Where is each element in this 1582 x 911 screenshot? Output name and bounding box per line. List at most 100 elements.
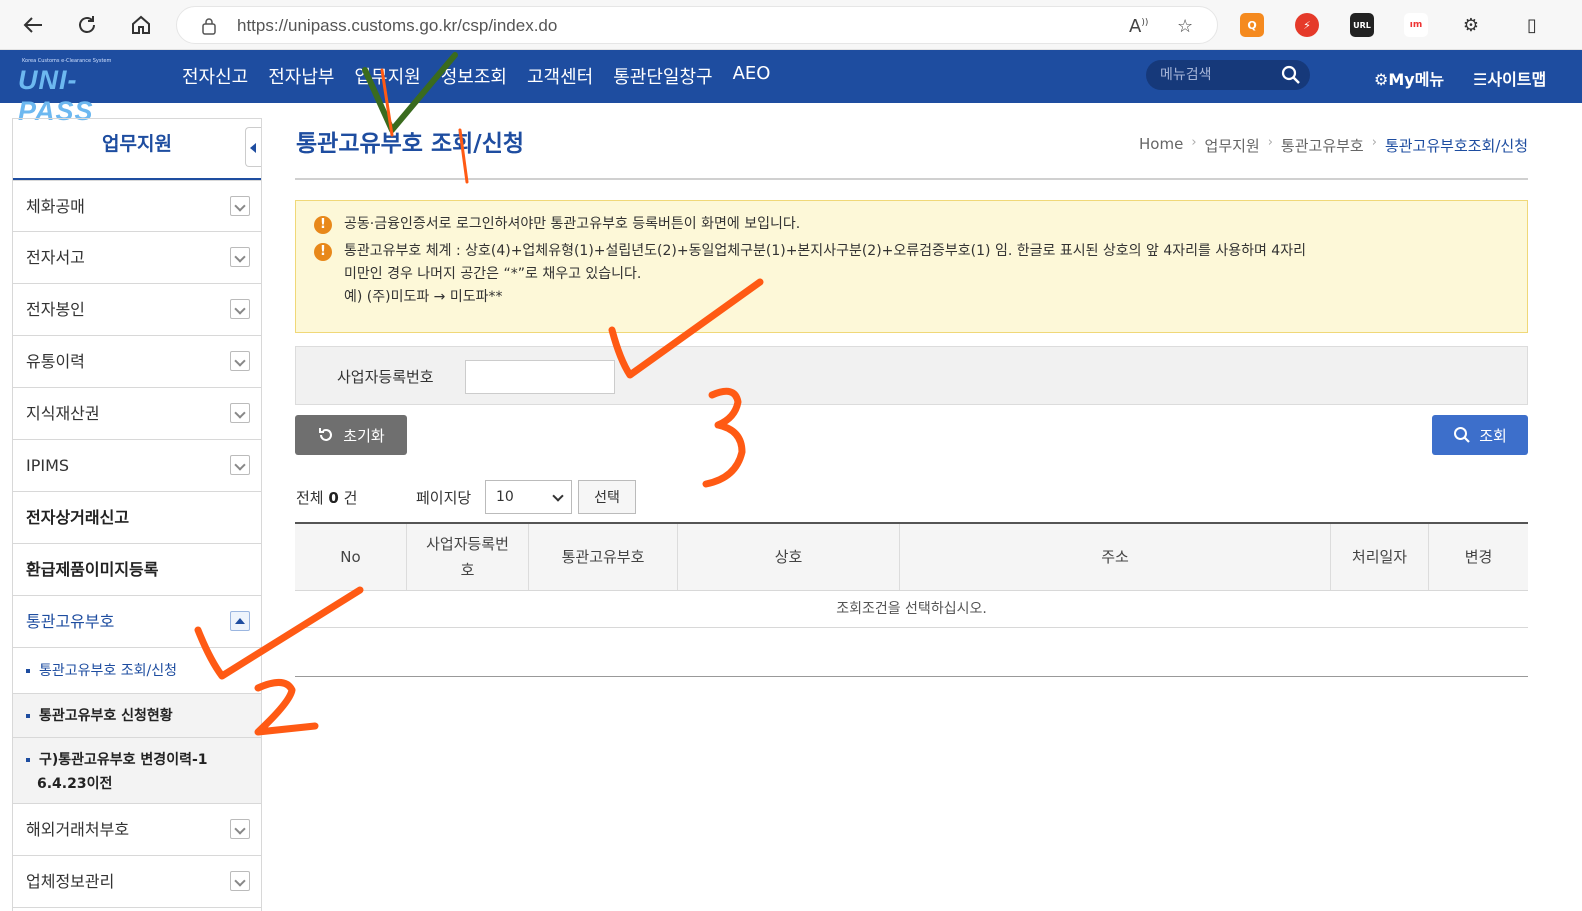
search-label: 조회: [1479, 426, 1507, 445]
menu-search-input[interactable]: [1158, 63, 1278, 87]
annotation-number-3: [702, 387, 746, 488]
gnb-item-aeo[interactable]: AEO: [733, 63, 771, 91]
annotation-number-2: [254, 679, 319, 736]
sidebar-item-distribution-history[interactable]: 유통이력: [13, 336, 261, 388]
breadcrumb-business-support[interactable]: 업무지원: [1205, 135, 1260, 156]
gnb-item-customer-center[interactable]: 고객센터: [527, 63, 593, 91]
gnb-item-info-inquiry[interactable]: 정보조회: [441, 63, 507, 91]
breadcrumb-home[interactable]: Home: [1139, 135, 1183, 156]
reset-button[interactable]: 초기화: [295, 415, 407, 455]
sidebar-subitem-status[interactable]: 통관고유부호 신청현황: [13, 694, 261, 738]
reset-icon: [319, 428, 333, 441]
search-icon[interactable]: [1281, 65, 1301, 85]
search-form: 사업자등록번호: [295, 346, 1528, 405]
table-header: No 사업자등록번 호 통관고유부호 상호 주소 처리일자 변경: [295, 524, 1528, 591]
column-header-text: 호: [460, 561, 475, 579]
refresh-icon[interactable]: [72, 10, 102, 40]
split-screen-icon[interactable]: ▯: [1520, 13, 1544, 37]
notice-example: 예) (주)미도파 → 미도파**: [344, 289, 503, 305]
sidebar-item-foreign-partner[interactable]: 해외거래처부호: [13, 804, 261, 856]
per-page-select[interactable]: 10: [485, 480, 572, 514]
business-number-input[interactable]: [465, 360, 615, 394]
menu-search: [1146, 60, 1310, 90]
chevron-up-icon[interactable]: [230, 611, 250, 631]
sidebar-item-label: 전자봉인: [26, 300, 85, 319]
gnb-item-e-declaration[interactable]: 전자신고: [182, 63, 248, 91]
bullet-icon: [26, 669, 30, 673]
sidebar-item-auction[interactable]: 체화공매: [13, 180, 261, 232]
total-suffix: 건: [343, 489, 358, 507]
unipass-logo[interactable]: Korea Customs e-Clearance System UNI-PAS…: [18, 56, 144, 126]
sidebar-item-refund-image[interactable]: 환급제품이미지등록: [13, 544, 261, 596]
sidebar-item-label: 해외거래처부호: [26, 820, 130, 839]
search-icon: [1454, 427, 1470, 443]
bullet-icon: [26, 758, 30, 762]
sidebar-item-customs-code[interactable]: 통관고유부호: [13, 596, 261, 648]
chevron-right-icon: ›: [1371, 135, 1377, 150]
browser-toolbar: https://unipass.customs.go.kr/csp/index.…: [0, 0, 1582, 50]
hamburger-icon: ☰: [1473, 70, 1488, 89]
notice-row: ! 공동·금융인증서로 로그인하셔야만 통관고유부호 등록버튼이 화면에 보입니…: [314, 213, 1509, 236]
chevron-down-icon[interactable]: [230, 403, 250, 423]
extension-q-icon[interactable]: Q: [1240, 13, 1264, 37]
my-menu-button[interactable]: ⚙My메뉴: [1374, 66, 1444, 90]
read-aloud-icon[interactable]: A)): [1129, 16, 1148, 37]
notice-text: 미만인 경우 나머지 공간은 “*”로 채우고 있습니다.: [344, 266, 642, 282]
sidebar-item-company-info[interactable]: 업체정보관리: [13, 856, 261, 908]
breadcrumb: Home › 업무지원 › 통관고유부호 › 통관고유부호조회/신청: [1139, 135, 1528, 156]
sidebar-title: 업무지원: [13, 118, 261, 180]
chevron-down-icon[interactable]: [230, 299, 250, 319]
logo-caption: Korea Customs e-Clearance System: [22, 58, 112, 64]
column-header-no: No: [295, 524, 407, 590]
sidebar-item-ip-rights[interactable]: 지식재산권: [13, 388, 261, 440]
url-text: https://unipass.customs.go.kr/csp/index.…: [237, 16, 558, 35]
extension-flash-icon[interactable]: ⚡: [1295, 13, 1319, 37]
sidebar-item-label: IPIMS: [26, 456, 70, 475]
search-button[interactable]: 조회: [1432, 415, 1528, 455]
sidebar: 업무지원 체화공매 전자서고 전자봉인 유통이력 지식재산권 IPIMS 전자상…: [12, 118, 262, 911]
gnb-item-single-window[interactable]: 통관단일창구: [613, 63, 712, 91]
content-bottom-divider: [295, 676, 1528, 677]
chevron-right-icon: ›: [1191, 135, 1197, 150]
sidebar-item-e-seal[interactable]: 전자봉인: [13, 284, 261, 336]
column-header-business-number: 사업자등록번 호: [407, 524, 529, 590]
chevron-right-icon: ›: [1267, 135, 1273, 150]
column-header-company-name: 상호: [678, 524, 900, 590]
extension-red-icon[interactable]: ım: [1404, 13, 1428, 37]
sidebar-subitem-old-history[interactable]: 구)통관고유부호 변경이력-1 6.4.23이전: [13, 738, 261, 804]
notice-row: ! 통관고유부호 체계 : 상호(4)+업체유형(1)+설립년도(2)+동일업체…: [314, 240, 1509, 309]
chevron-down-icon[interactable]: [230, 871, 250, 891]
sidebar-item-e-archive[interactable]: 전자서고: [13, 232, 261, 284]
title-divider: [295, 178, 1528, 180]
gnb-item-business-support[interactable]: 업무지원: [355, 63, 421, 91]
chevron-down-icon[interactable]: [230, 247, 250, 267]
home-icon[interactable]: [126, 10, 156, 40]
sidebar-subitem-inquiry[interactable]: 통관고유부호 조회/신청: [13, 648, 261, 694]
sitemap-button[interactable]: ☰사이트맵: [1473, 66, 1546, 90]
chevron-down-icon[interactable]: [230, 455, 250, 475]
extension-url-icon[interactable]: URL: [1350, 13, 1374, 37]
select-button[interactable]: 선택: [578, 480, 636, 514]
table-empty-row: 조회조건을 선택하십시오.: [295, 591, 1528, 628]
notice-text: 통관고유부호 체계 : 상호(4)+업체유형(1)+설립년도(2)+동일업체구분…: [344, 243, 1306, 259]
star-icon[interactable]: ☆: [1177, 16, 1193, 37]
column-header-customs-code: 통관고유부호: [529, 524, 678, 590]
sidebar-title-text: 업무지원: [102, 133, 172, 155]
extensions-puzzle-icon[interactable]: ⚙: [1459, 13, 1483, 37]
my-menu-label: My메뉴: [1388, 70, 1445, 89]
breadcrumb-customs-code[interactable]: 통관고유부호: [1281, 135, 1364, 156]
sidebar-item-ecommerce[interactable]: 전자상거래신고: [13, 492, 261, 544]
notice-text: 공동·금융인증서로 로그인하셔야만 통관고유부호 등록버튼이 화면에 보입니다.: [344, 216, 801, 232]
chevron-down-icon[interactable]: [230, 196, 250, 216]
sidebar-collapse-button[interactable]: [245, 127, 261, 167]
chevron-down-icon[interactable]: [230, 351, 250, 371]
gnb-item-e-payment[interactable]: 전자납부: [268, 63, 334, 91]
reset-label: 초기화: [343, 426, 385, 445]
sidebar-item-ipims[interactable]: IPIMS: [13, 440, 261, 492]
sidebar-subitem-label: 통관고유부호 조회/신청: [39, 663, 177, 679]
business-number-label: 사업자등록번호: [337, 368, 434, 386]
address-bar[interactable]: https://unipass.customs.go.kr/csp/index.…: [176, 6, 1218, 44]
back-icon[interactable]: [18, 10, 48, 40]
chevron-down-icon[interactable]: [230, 819, 250, 839]
exclamation-icon: !: [314, 216, 332, 234]
